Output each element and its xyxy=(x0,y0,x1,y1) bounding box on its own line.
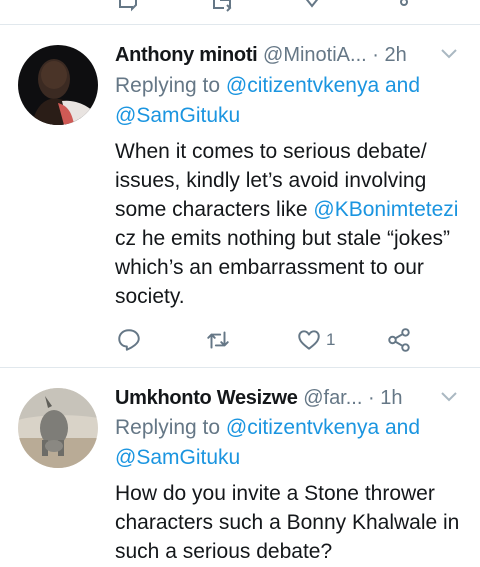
previous-tweet-actions xyxy=(0,0,480,24)
share-icon xyxy=(388,328,410,352)
avatar[interactable] xyxy=(18,388,98,468)
tweet-text: How do you invite a Stone thrower charac… xyxy=(115,482,460,563)
tweet[interactable]: Anthony minoti @MinotiA... · 2h Replying… xyxy=(0,25,480,365)
like-icon xyxy=(298,330,320,350)
reply-button[interactable] xyxy=(116,325,142,355)
replying-prefix: Replying to xyxy=(115,416,226,439)
chevron-down-icon[interactable] xyxy=(440,390,458,404)
like-icon[interactable] xyxy=(300,0,324,16)
replying-to: Replying to @citizentvkenya and @SamGitu… xyxy=(115,413,462,473)
reply-icon[interactable] xyxy=(116,0,140,16)
retweet-button[interactable] xyxy=(205,325,231,355)
timestamp[interactable]: 2h xyxy=(384,44,406,66)
like-button[interactable]: 1 xyxy=(296,325,335,355)
tweet-text-part: cz he emits nothing but stale “jokes” wh… xyxy=(115,227,450,308)
replying-to: Replying to @citizentvkenya and @SamGitu… xyxy=(115,71,462,131)
tweet-text: When it comes to serious debate/ issues,… xyxy=(115,137,462,311)
avatar-image xyxy=(18,388,98,468)
tweet-header: Anthony minoti @MinotiA... · 2h xyxy=(115,41,460,69)
reply-mention-link[interactable]: @citizentvkenya xyxy=(226,74,379,97)
reply-and-link[interactable]: and xyxy=(379,416,420,439)
handle[interactable]: @MinotiA... xyxy=(263,44,367,66)
reply-mention-link[interactable]: @citizentvkenya xyxy=(226,416,379,439)
chevron-down-icon[interactable] xyxy=(440,47,458,61)
timestamp[interactable]: 1h xyxy=(380,387,402,409)
tweet-actions: 1 xyxy=(0,325,480,355)
retweet-icon[interactable] xyxy=(210,0,234,16)
mention-link[interactable]: @KBonimtetezi xyxy=(313,198,458,221)
reply-mention-link[interactable]: @SamGituku xyxy=(115,104,240,127)
handle[interactable]: @far... xyxy=(303,387,362,409)
reply-mention-link[interactable]: @SamGituku xyxy=(115,446,240,469)
time-separator: · xyxy=(362,387,381,409)
share-button[interactable] xyxy=(386,325,412,355)
reply-icon xyxy=(118,329,140,351)
tweet[interactable]: Umkhonto Wesizwe @far... · 1h Replying t… xyxy=(0,368,480,567)
tweet-header: Umkhonto Wesizwe @far... · 1h xyxy=(115,384,460,412)
share-icon[interactable] xyxy=(386,0,410,16)
avatar[interactable] xyxy=(18,45,98,125)
avatar-image xyxy=(18,45,98,125)
display-name[interactable]: Umkhonto Wesizwe xyxy=(115,387,298,409)
replying-prefix: Replying to xyxy=(115,74,226,97)
time-separator: · xyxy=(366,44,385,66)
reply-and-link[interactable]: and xyxy=(379,74,420,97)
retweet-icon xyxy=(207,331,229,349)
like-count: 1 xyxy=(326,330,336,349)
display-name[interactable]: Anthony minoti xyxy=(115,44,258,66)
